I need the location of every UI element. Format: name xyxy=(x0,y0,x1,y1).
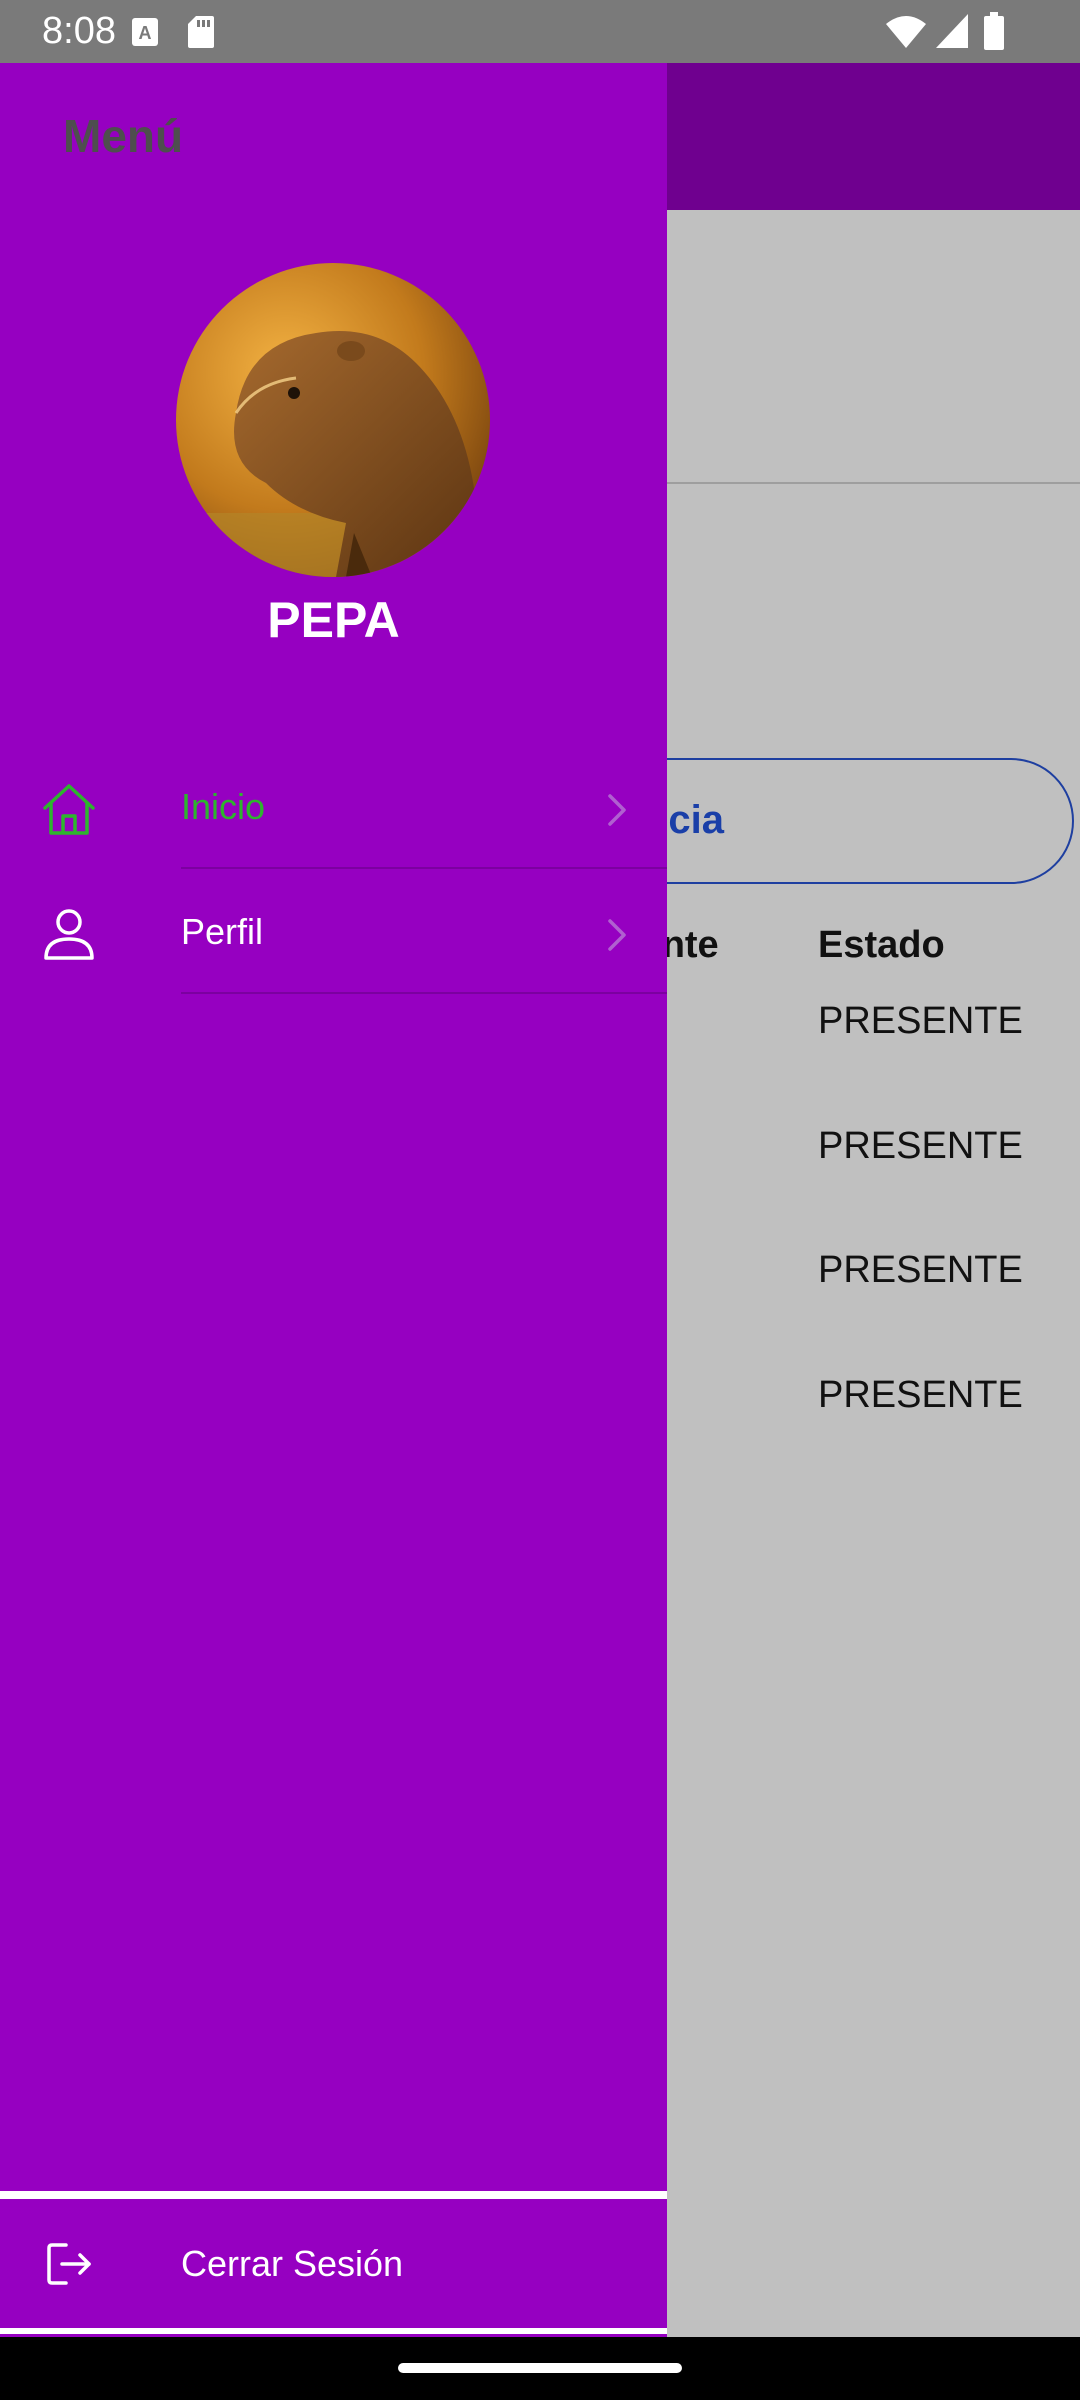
estado-cell: PRESENTE xyxy=(818,1125,1023,1167)
navigation-drawer: Menú PEPA Inicio Perfil Cerrar Sesión xyxy=(0,63,667,2337)
avatar xyxy=(176,263,490,577)
footer-divider-bottom xyxy=(0,2328,667,2334)
chevron-right-icon xyxy=(608,919,626,951)
sd-card-icon xyxy=(188,16,214,48)
logout-label: Cerrar Sesión xyxy=(181,2243,404,2284)
home-icon xyxy=(43,784,95,835)
status-bar: 8:08 A xyxy=(0,0,1080,63)
chevron-right-icon xyxy=(608,794,626,826)
username: PEPA xyxy=(267,592,400,648)
footer-divider-top xyxy=(0,2191,667,2199)
a-icon: A xyxy=(132,18,158,46)
drawer-title: Menú xyxy=(63,110,184,162)
estado-cell: PRESENTE xyxy=(818,1374,1023,1416)
estado-cell: PRESENTE xyxy=(818,1000,1023,1042)
menu-divider xyxy=(181,992,667,994)
home-gesture-handle[interactable] xyxy=(398,2363,682,2373)
logout-button[interactable]: Cerrar Sesión xyxy=(0,2199,667,2327)
menu-item-inicio[interactable]: Inicio xyxy=(0,744,667,869)
logout-icon xyxy=(47,2243,91,2285)
screen: 8:08 A ncia iante Estado PRESENTE PRESEN… xyxy=(0,0,1080,2400)
wifi-icon xyxy=(886,16,926,48)
menu-item-label: Inicio xyxy=(181,786,266,827)
menu-item-label: Perfil xyxy=(181,911,264,952)
menu-item-perfil[interactable]: Perfil xyxy=(0,869,667,994)
signal-icon xyxy=(936,14,968,48)
person-icon xyxy=(44,909,94,960)
column-header-estado: Estado xyxy=(818,924,945,966)
status-time: 8:08 xyxy=(42,10,116,52)
estado-cell: PRESENTE xyxy=(818,1249,1023,1291)
navigation-bar xyxy=(0,2337,1080,2400)
svg-text:A: A xyxy=(139,23,152,43)
battery-icon xyxy=(984,12,1004,50)
